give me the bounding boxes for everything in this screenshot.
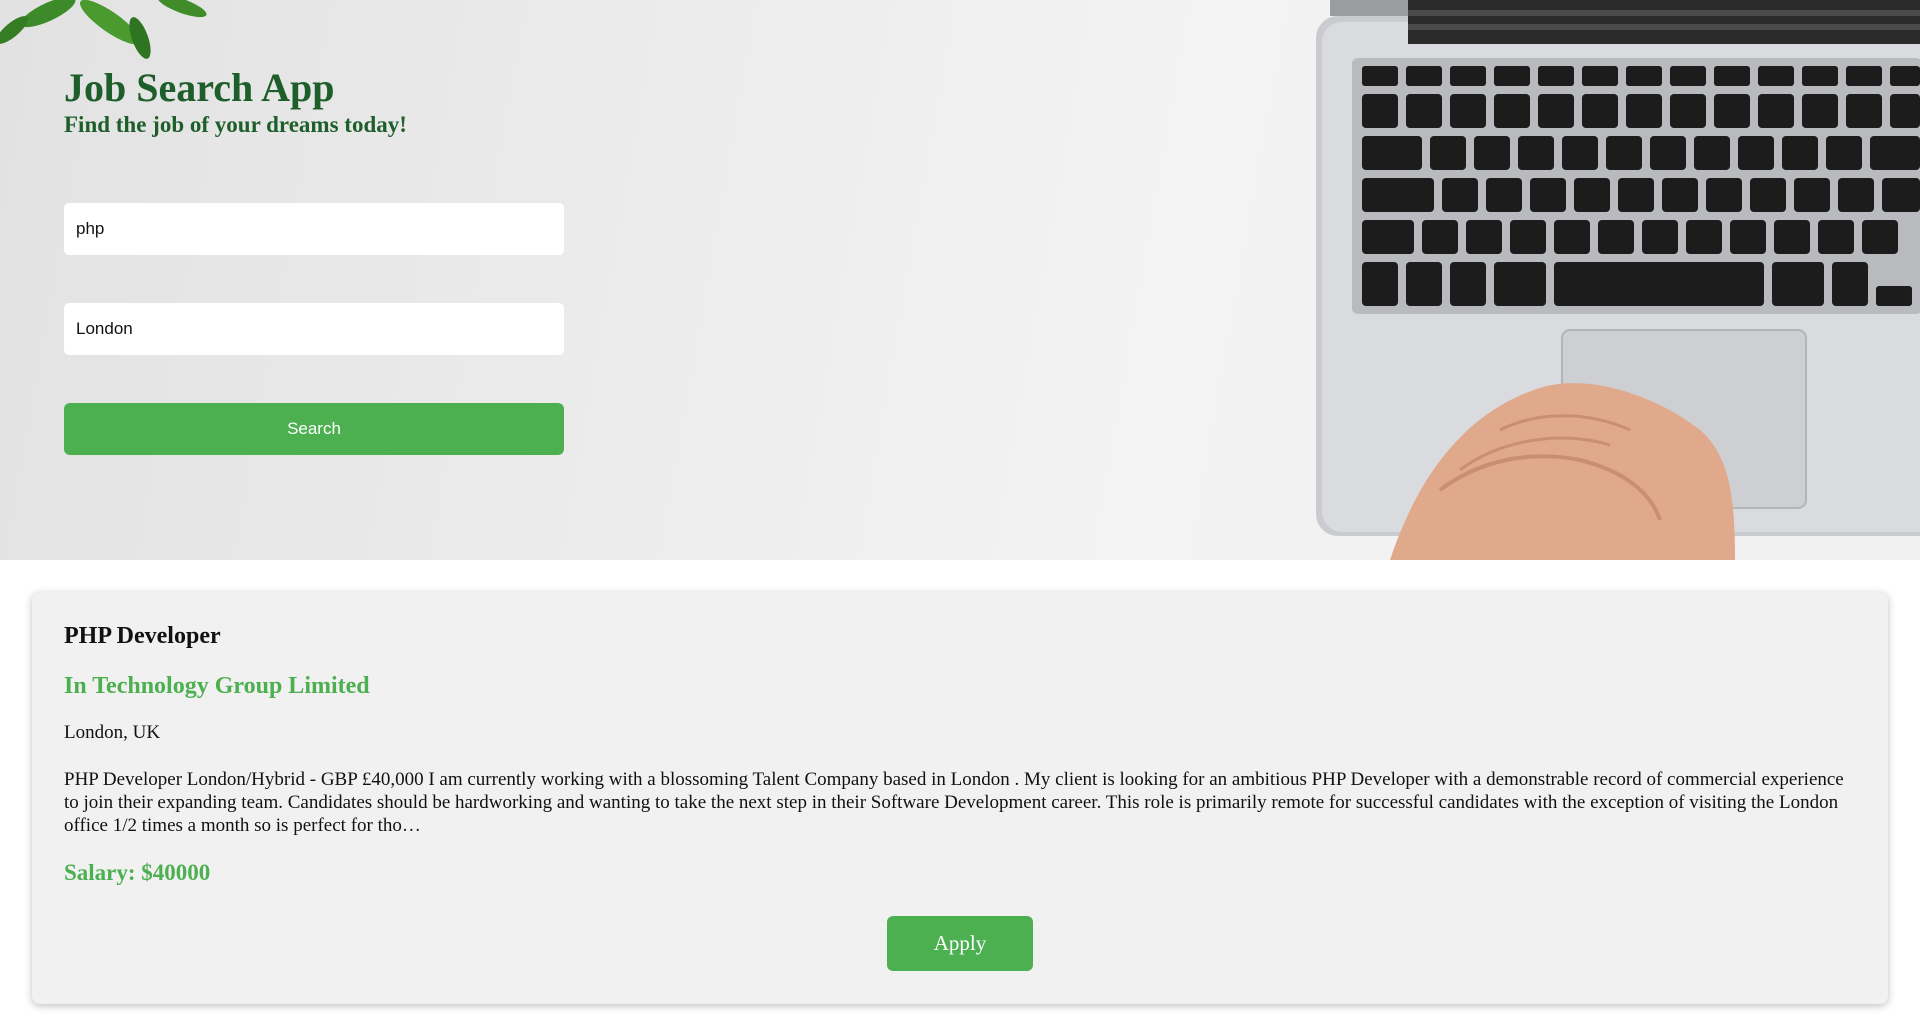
company-name: In Technology Group Limited [64, 673, 370, 699]
job-description: PHP Developer London/Hybrid - GBP £40,00… [64, 769, 1844, 836]
job-location: London, UK [64, 722, 161, 743]
plant-leaves-decoration [0, 0, 207, 59]
job-title: PHP Developer [64, 623, 221, 649]
app-subtitle: Find the job of your dreams today! [64, 112, 407, 137]
location-input[interactable] [64, 303, 564, 355]
search-button[interactable]: Search [64, 403, 564, 455]
apply-button[interactable]: Apply [887, 916, 1033, 971]
app-title: Job Search App [64, 65, 335, 110]
job-card: PHP Developer In Technology Group Limite… [32, 592, 1888, 1004]
job-salary: Salary: $40000 [64, 860, 211, 885]
search-panel: Job Search App Find the job of your drea… [64, 66, 564, 455]
hero-banner: Job Search App Find the job of your drea… [0, 0, 1920, 560]
keyword-input[interactable] [64, 203, 564, 255]
